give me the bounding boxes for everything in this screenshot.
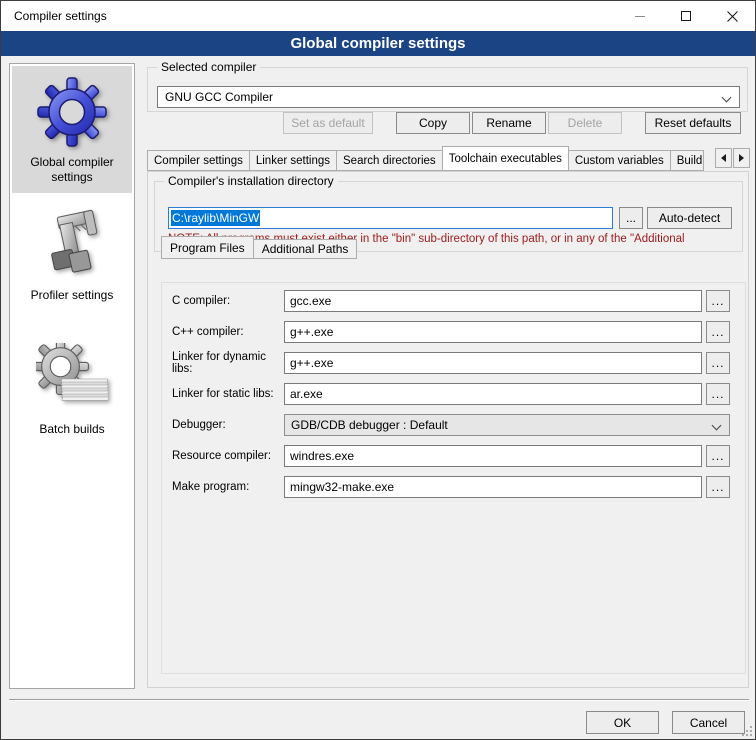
rename-button[interactable]: Rename bbox=[472, 112, 546, 134]
c-compiler-input[interactable] bbox=[284, 290, 702, 312]
field-row-c-compiler: C compiler: ... bbox=[172, 290, 735, 312]
browse-c-compiler-button[interactable]: ... bbox=[706, 290, 730, 312]
linker-dynamic-input[interactable] bbox=[284, 352, 702, 374]
program-files-tabbar: Program Files Additional Paths bbox=[161, 236, 721, 259]
selected-compiler-combobox[interactable]: GNU GCC Compiler bbox=[157, 86, 740, 108]
field-label: Debugger: bbox=[172, 419, 284, 431]
caption-buttons bbox=[617, 1, 755, 31]
field-label: C compiler: bbox=[172, 295, 284, 307]
field-row-debugger: Debugger: GDB/CDB debugger : Default bbox=[172, 414, 735, 436]
tab-search-directories[interactable]: Search directories bbox=[336, 150, 443, 171]
tab-compiler-settings[interactable]: Compiler settings bbox=[147, 150, 250, 171]
tab-program-files[interactable]: Program Files bbox=[161, 236, 254, 259]
resize-grip-icon bbox=[750, 734, 752, 736]
tab-scroll-right-button[interactable] bbox=[733, 148, 750, 168]
selected-compiler-group: Selected compiler GNU GCC Compiler bbox=[147, 67, 748, 112]
sidebar-item-profiler-settings[interactable]: Profiler settings bbox=[12, 199, 132, 311]
compiler-settings-dialog: Compiler settings Global compiler settin… bbox=[0, 0, 756, 740]
selected-compiler-group-label: Selected compiler bbox=[157, 60, 260, 74]
sidebar-item-label: Global compiler settings bbox=[12, 155, 132, 185]
browse-make-program-button[interactable]: ... bbox=[706, 476, 730, 498]
sidebar-item-global-compiler-settings[interactable]: Global compiler settings bbox=[12, 66, 132, 193]
reset-defaults-button[interactable]: Reset defaults bbox=[645, 112, 741, 134]
tab-additional-paths[interactable]: Additional Paths bbox=[253, 239, 358, 259]
maximize-button[interactable] bbox=[663, 1, 709, 31]
page-title: Global compiler settings bbox=[1, 31, 755, 56]
footer-divider bbox=[9, 699, 749, 701]
field-label: Make program: bbox=[172, 481, 284, 493]
installation-directory-input[interactable]: C:\raylib\MinGW bbox=[168, 207, 613, 229]
caliper-icon bbox=[12, 207, 132, 283]
sidebar-item-label: Profiler settings bbox=[12, 288, 132, 303]
resize-grip[interactable] bbox=[741, 725, 753, 737]
set-as-default-button[interactable]: Set as default bbox=[283, 112, 373, 134]
debugger-combobox[interactable]: GDB/CDB debugger : Default bbox=[284, 414, 730, 436]
titlebar: Compiler settings bbox=[1, 1, 755, 31]
debugger-value: GDB/CDB debugger : Default bbox=[291, 418, 448, 432]
field-row-linker-static: Linker for static libs: ... bbox=[172, 383, 735, 405]
arrow-right-icon bbox=[739, 154, 744, 162]
linker-static-input[interactable] bbox=[284, 383, 702, 405]
installation-directory-value: C:\raylib\MinGW bbox=[171, 210, 260, 226]
delete-button[interactable]: Delete bbox=[548, 112, 622, 134]
selected-compiler-value: GNU GCC Compiler bbox=[165, 90, 273, 104]
resource-compiler-input[interactable] bbox=[284, 445, 702, 467]
browse-resource-compiler-button[interactable]: ... bbox=[706, 445, 730, 467]
compiler-action-buttons: Set as default Copy Rename Delete Reset … bbox=[147, 112, 748, 134]
browse-linker-dynamic-button[interactable]: ... bbox=[706, 352, 730, 374]
gear-stack-icon bbox=[12, 341, 132, 417]
browse-cpp-compiler-button[interactable]: ... bbox=[706, 321, 730, 343]
field-label: Resource compiler: bbox=[172, 450, 284, 462]
arrow-left-icon bbox=[721, 154, 726, 162]
program-files-panel: C compiler: ... C++ compiler: ... Linker… bbox=[161, 282, 746, 674]
field-label: Linker for dynamic libs: bbox=[172, 351, 284, 375]
field-label: Linker for static libs: bbox=[172, 388, 284, 400]
close-button[interactable] bbox=[709, 1, 755, 31]
browse-directory-button[interactable]: ... bbox=[619, 207, 643, 229]
tab-toolchain-executables[interactable]: Toolchain executables bbox=[442, 146, 569, 171]
copy-button[interactable]: Copy bbox=[396, 112, 470, 134]
make-program-input[interactable] bbox=[284, 476, 702, 498]
field-row-cpp-compiler: C++ compiler: ... bbox=[172, 321, 735, 343]
window-title: Compiler settings bbox=[14, 1, 107, 31]
tab-build-options[interactable]: Build options bbox=[670, 150, 704, 171]
tab-scroll-left-button[interactable] bbox=[715, 148, 732, 168]
installation-directory-group-label: Compiler's installation directory bbox=[164, 174, 338, 188]
minimize-icon bbox=[635, 16, 645, 17]
tab-linker-settings[interactable]: Linker settings bbox=[249, 150, 337, 171]
chevron-down-icon bbox=[712, 421, 722, 431]
browse-linker-static-button[interactable]: ... bbox=[706, 383, 730, 405]
sidebar-item-label: Batch builds bbox=[12, 422, 132, 437]
maximize-icon bbox=[681, 11, 691, 21]
toolchain-executables-page: Compiler's installation directory C:\ray… bbox=[147, 171, 749, 688]
field-row-resource-compiler: Resource compiler: ... bbox=[172, 445, 735, 467]
ok-button[interactable]: OK bbox=[586, 711, 659, 734]
field-label: C++ compiler: bbox=[172, 326, 284, 338]
field-row-linker-dynamic: Linker for dynamic libs: ... bbox=[172, 352, 735, 374]
sidebar-item-batch-builds[interactable]: Batch builds bbox=[12, 333, 132, 445]
field-row-make-program: Make program: ... bbox=[172, 476, 735, 498]
auto-detect-button[interactable]: Auto-detect bbox=[647, 207, 732, 229]
tab-custom-variables[interactable]: Custom variables bbox=[568, 150, 671, 171]
tab-scroll-buttons bbox=[714, 148, 750, 168]
chevron-down-icon bbox=[722, 93, 732, 103]
cpp-compiler-input[interactable] bbox=[284, 321, 702, 343]
blue-gear-icon bbox=[12, 74, 132, 150]
close-icon bbox=[727, 11, 738, 22]
settings-tabbar: Compiler settings Linker settings Search… bbox=[147, 146, 714, 171]
settings-category-list: Global compiler settings bbox=[9, 63, 135, 689]
cancel-button[interactable]: Cancel bbox=[672, 711, 745, 734]
minimize-button[interactable] bbox=[617, 1, 663, 31]
